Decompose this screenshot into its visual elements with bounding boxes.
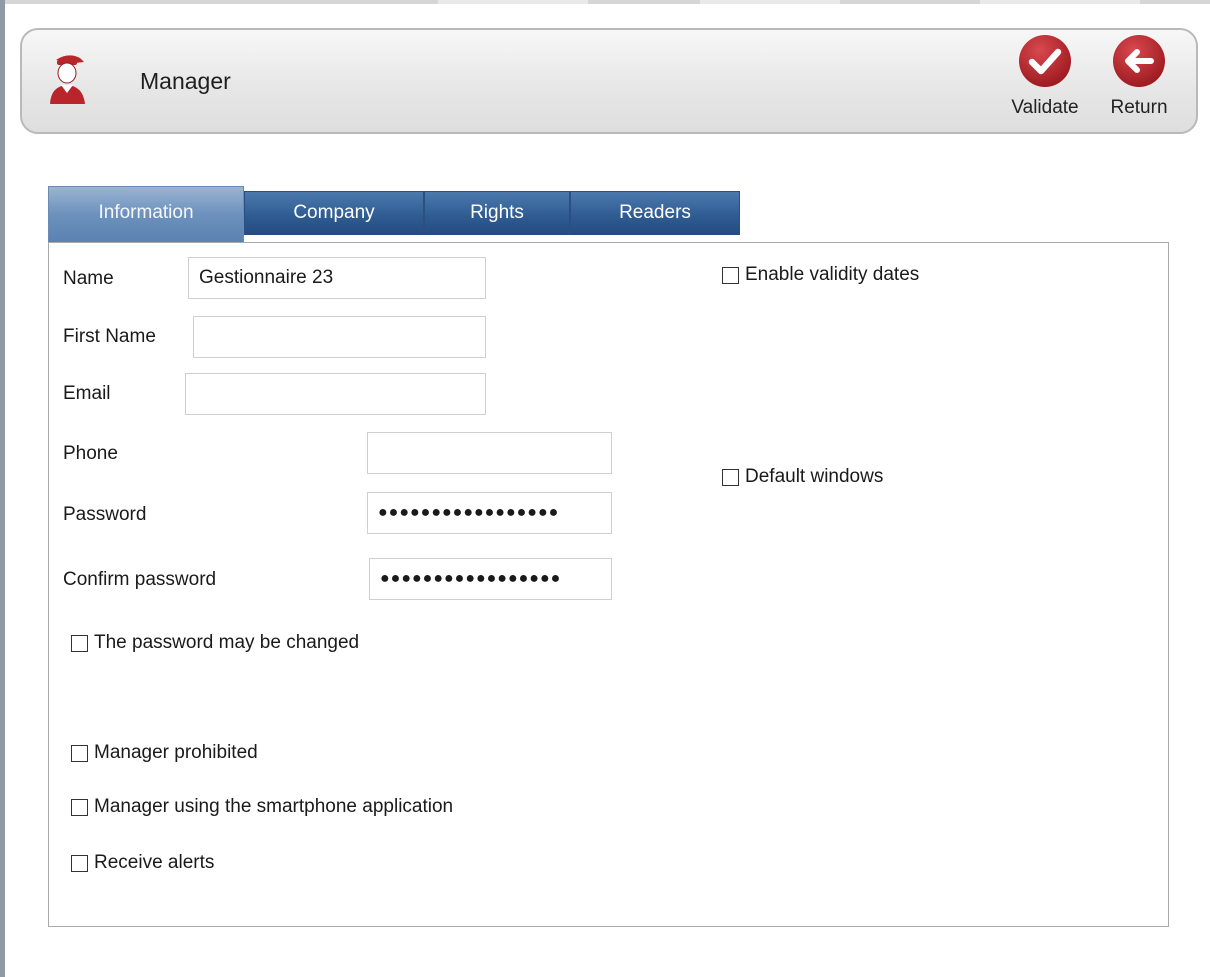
password-label: Password — [63, 504, 147, 525]
email-field[interactable] — [185, 373, 486, 415]
checkbox-box — [71, 634, 88, 652]
checkbox-box — [722, 266, 739, 284]
phone-label: Phone — [63, 443, 118, 464]
checkbox-box — [71, 854, 88, 872]
password-field[interactable]: ●●●●●●●●●●●●●●●●● — [367, 492, 612, 534]
return-label: Return — [1110, 97, 1168, 118]
smartphone-app-checkbox[interactable]: Manager using the smartphone application — [71, 796, 453, 818]
window-top-border — [0, 0, 1210, 4]
first-name-field[interactable] — [193, 316, 486, 358]
page-title: Manager — [140, 68, 231, 94]
arrow-left-icon — [1113, 35, 1165, 87]
password-may-change-checkbox[interactable]: The password may be changed — [71, 632, 359, 654]
confirm-password-label: Confirm password — [63, 569, 217, 590]
manager-prohibited-checkbox[interactable]: Manager prohibited — [71, 742, 258, 764]
tab-information[interactable]: Information — [48, 186, 244, 242]
name-field[interactable]: Gestionnaire 23 — [188, 257, 486, 299]
window-left-border — [0, 0, 5, 977]
checkbox-label: Enable validity dates — [745, 264, 920, 285]
tab-rights[interactable]: Rights — [424, 191, 570, 235]
default-windows-checkbox[interactable]: Default windows — [722, 466, 883, 488]
tab-company[interactable]: Company — [244, 191, 424, 235]
user-icon — [50, 55, 85, 104]
checkbox-label: Receive alerts — [94, 852, 215, 873]
checkbox-box — [722, 468, 739, 486]
checkbox-label: Manager using the smartphone application — [94, 796, 454, 817]
enable-validity-dates-checkbox[interactable]: Enable validity dates — [722, 264, 919, 286]
email-label: Email — [63, 383, 111, 404]
validate-button[interactable]: Validate — [1000, 34, 1090, 119]
checkbox-box — [71, 798, 88, 816]
validate-label: Validate — [1011, 97, 1079, 118]
header-bar: Manager Validate Return — [20, 28, 1198, 134]
first-name-label: First Name — [63, 326, 156, 347]
name-label: Name — [63, 268, 114, 289]
checkbox-box — [71, 744, 88, 762]
tab-readers[interactable]: Readers — [570, 191, 740, 235]
confirm-password-field[interactable]: ●●●●●●●●●●●●●●●●● — [369, 558, 612, 600]
phone-field[interactable] — [367, 432, 612, 474]
return-button[interactable]: Return — [1100, 34, 1178, 119]
checkmark-icon — [1019, 35, 1071, 87]
checkbox-label: Default windows — [745, 466, 884, 487]
checkbox-label: The password may be changed — [94, 632, 360, 653]
checkbox-label: Manager prohibited — [94, 742, 258, 763]
receive-alerts-checkbox[interactable]: Receive alerts — [71, 852, 214, 874]
